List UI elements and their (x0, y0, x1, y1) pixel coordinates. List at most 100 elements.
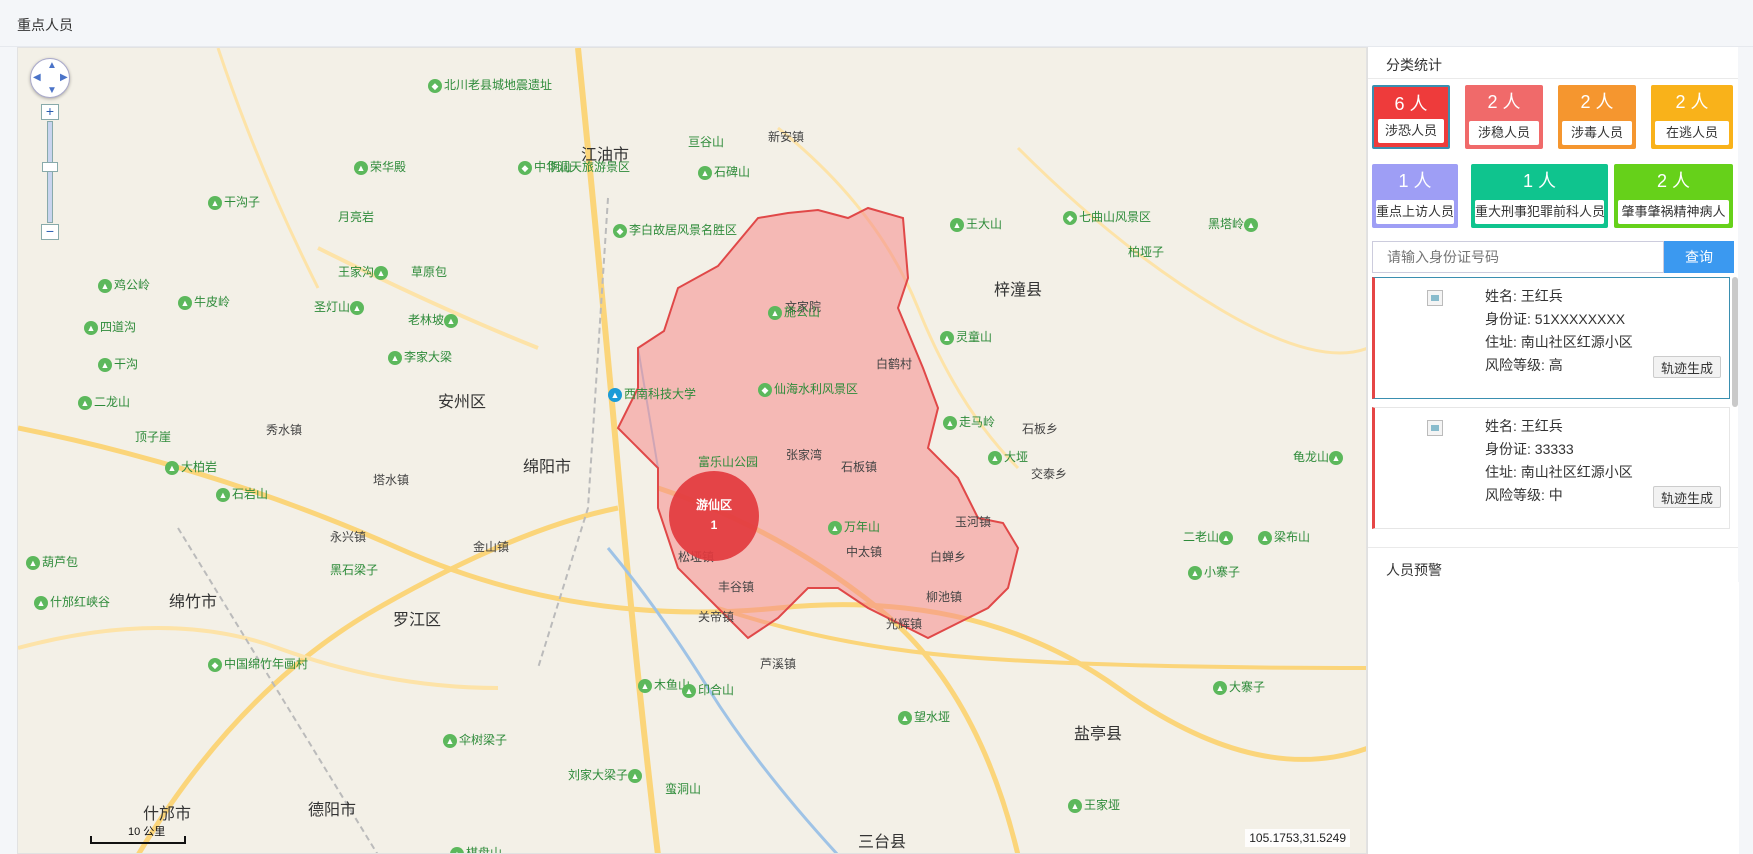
mountain-icon: ▲ (78, 395, 92, 410)
generate-track-button[interactable]: 轨迹生成 (1653, 486, 1721, 508)
mountain-icon: ▲ (443, 733, 457, 748)
map-poi: 阴山 (548, 158, 572, 175)
id-search-input[interactable] (1372, 241, 1664, 273)
map-poi: ▲ 大寨子 (1213, 678, 1265, 695)
mountain-icon: ▲ (1329, 450, 1344, 465)
map-poi-label: 干沟 (114, 357, 139, 371)
map-label-town: 新安镇 (768, 130, 805, 144)
map-poi: ▲ 葫芦包 (26, 553, 78, 570)
stat-card-drugs[interactable]: 2 人 涉毒人员 (1558, 85, 1636, 149)
map-poi-label: 月亮岩 (338, 210, 375, 224)
map-label-town: 张家湾 (786, 448, 823, 462)
scenic-icon: ◆ (428, 78, 442, 93)
map-poi-label: 小寨子 (1204, 565, 1241, 579)
map-poi: ◆ 七曲山风景区 (1063, 208, 1151, 225)
map-poi-label: 北川老县城地震遗址 (444, 78, 553, 92)
stat-card-petition[interactable]: 1 人 重点上访人员 (1372, 164, 1458, 228)
person-address: 住址: 南山社区红源小区 (1485, 334, 1633, 350)
map-poi: ▲ 施公山 (768, 303, 820, 320)
stat-card-terror[interactable]: 6 人 涉恐人员 (1372, 85, 1450, 149)
mountain-icon: ▲ (216, 487, 230, 502)
zoom-out-button[interactable]: − (41, 224, 59, 240)
pan-up-icon[interactable]: ▲ (47, 60, 57, 71)
scenic-icon: ◆ (758, 382, 772, 397)
map-poi-label: 施公山 (784, 305, 821, 319)
stat-label: 涉恐人员 (1378, 119, 1444, 143)
map-label-city: 绵阳市 (523, 459, 572, 476)
map-poi-label: 阴山 (548, 160, 573, 174)
map-poi-label: 石碑山 (714, 165, 751, 179)
mountain-icon: ▲ (98, 357, 112, 372)
map-poi: ▲ 灵童山 (940, 328, 992, 345)
search-button[interactable]: 查询 (1664, 241, 1734, 273)
right-panel: 分类统计 6 人 涉恐人员 2 人 涉稳人员 2 人 涉毒人员 2 人 在逃人员… (1367, 47, 1739, 854)
map-poi-label: 王大山 (966, 217, 1003, 231)
map-poi: 顶子崖 (135, 428, 171, 445)
mountain-icon: ▲ (1213, 680, 1227, 695)
map-poi: 老林坡 ▲ (408, 311, 460, 328)
person-card[interactable]: 姓名: 王红兵 身份证: 51XXXXXXXX 住址: 南山社区红源小区 风险等… (1372, 277, 1730, 399)
map-poi-label: 印合山 (698, 683, 735, 697)
map-label-town: 交泰乡 (1031, 467, 1068, 481)
pan-control[interactable]: ▲ ▼ ◀ ▶ (30, 58, 70, 98)
stat-card-criminal-record[interactable]: 1 人 重大刑事犯罪前科人员 (1471, 164, 1608, 228)
map-view[interactable]: 绵阳市 德阳市 江油市 安州区 罗江区 绵竹市 梓潼县 盐亭县 三台县 什邡市 … (17, 47, 1367, 854)
map-poi-label: 二老山 (1183, 530, 1220, 544)
generate-track-button[interactable]: 轨迹生成 (1653, 356, 1721, 378)
mountain-icon: ▲ (1244, 217, 1259, 232)
map-poi: ◆ 仙海水利风景区 (758, 380, 858, 397)
map-poi: ▲ 伞树梁子 (443, 731, 507, 748)
stat-card-fugitive[interactable]: 2 人 在逃人员 (1651, 85, 1733, 149)
list-scrollbar[interactable] (1732, 277, 1738, 407)
map-poi: ▲ 鸡公岭 (98, 276, 150, 293)
map-label-city: 盐亭县 (1074, 726, 1123, 743)
map-poi: 富乐山公园 (698, 453, 758, 470)
map-label-town: 玉河镇 (955, 515, 992, 529)
zoom-slider-handle[interactable] (42, 162, 58, 172)
mountain-icon: ▲ (450, 846, 464, 853)
zoom-slider-track[interactable] (47, 121, 53, 223)
map-poi: 黑塔岭 ▲ (1208, 215, 1260, 232)
map-poi-label: 伞树梁子 (459, 733, 508, 747)
map-poi: ◆ 李白故居风景名胜区 (613, 221, 737, 238)
mountain-icon: ▲ (682, 683, 696, 698)
mountain-icon: ▲ (178, 295, 192, 310)
pan-down-icon[interactable]: ▼ (47, 85, 57, 96)
mountain-icon: ▲ (354, 160, 368, 175)
stat-count: 6 人 (1394, 94, 1428, 114)
page-header: 重点人员 (0, 0, 1753, 47)
mountain-icon: ▲ (26, 555, 40, 570)
map-poi: ▲ 干沟 (98, 355, 138, 372)
map-poi-label: 中国绵竹年画村 (224, 657, 309, 671)
map-label-city: 梓潼县 (994, 282, 1043, 299)
pan-right-icon[interactable]: ▶ (60, 72, 68, 83)
map-poi-label: 大垭 (1004, 450, 1029, 464)
stat-count: 2 人 (1487, 92, 1521, 112)
stat-card-mental-patient[interactable]: 2 人 肇事肇祸精神病人 (1614, 164, 1733, 228)
map-poi: ◆ 北川老县城地震遗址 (428, 76, 552, 93)
mountain-icon: ▲ (898, 710, 912, 725)
map-poi: 草原包 (411, 263, 447, 280)
map-poi-label: 老林坡 (408, 313, 445, 327)
map-label-town: 秀水镇 (266, 423, 303, 437)
map-label-town: 光辉镇 (886, 617, 923, 631)
map-label-city: 绵竹市 (169, 594, 218, 611)
person-id: 身份证: 51XXXXXXXX (1485, 311, 1626, 327)
map-poi: 蛮洞山 (665, 780, 701, 797)
map-poi-label: 蛮洞山 (665, 782, 702, 796)
page-title: 重点人员 (17, 17, 73, 33)
map-poi-label: 走马岭 (959, 415, 996, 429)
zoom-in-button[interactable]: + (41, 104, 59, 120)
map-poi-label: 王家沟 (338, 265, 375, 279)
stat-card-stability[interactable]: 2 人 涉稳人员 (1465, 85, 1543, 149)
map-poi: ▲ 石碑山 (698, 163, 750, 180)
map-poi-label: 顶子崖 (135, 430, 172, 444)
pan-left-icon[interactable]: ◀ (33, 72, 41, 83)
map-poi-label: 大柏岩 (181, 460, 218, 474)
map-poi: ▲ 西南科技大学 (608, 385, 696, 402)
district-cluster-marker[interactable]: 游仙区 1 (669, 471, 759, 561)
person-card[interactable]: 姓名: 王红兵 身份证: 33333 住址: 南山社区红源小区 风险等级: 中 … (1372, 407, 1730, 529)
map-poi: 黑石梁子 (330, 561, 378, 578)
cluster-count: 1 (710, 518, 718, 532)
map-poi-label: 望水垭 (914, 710, 951, 724)
